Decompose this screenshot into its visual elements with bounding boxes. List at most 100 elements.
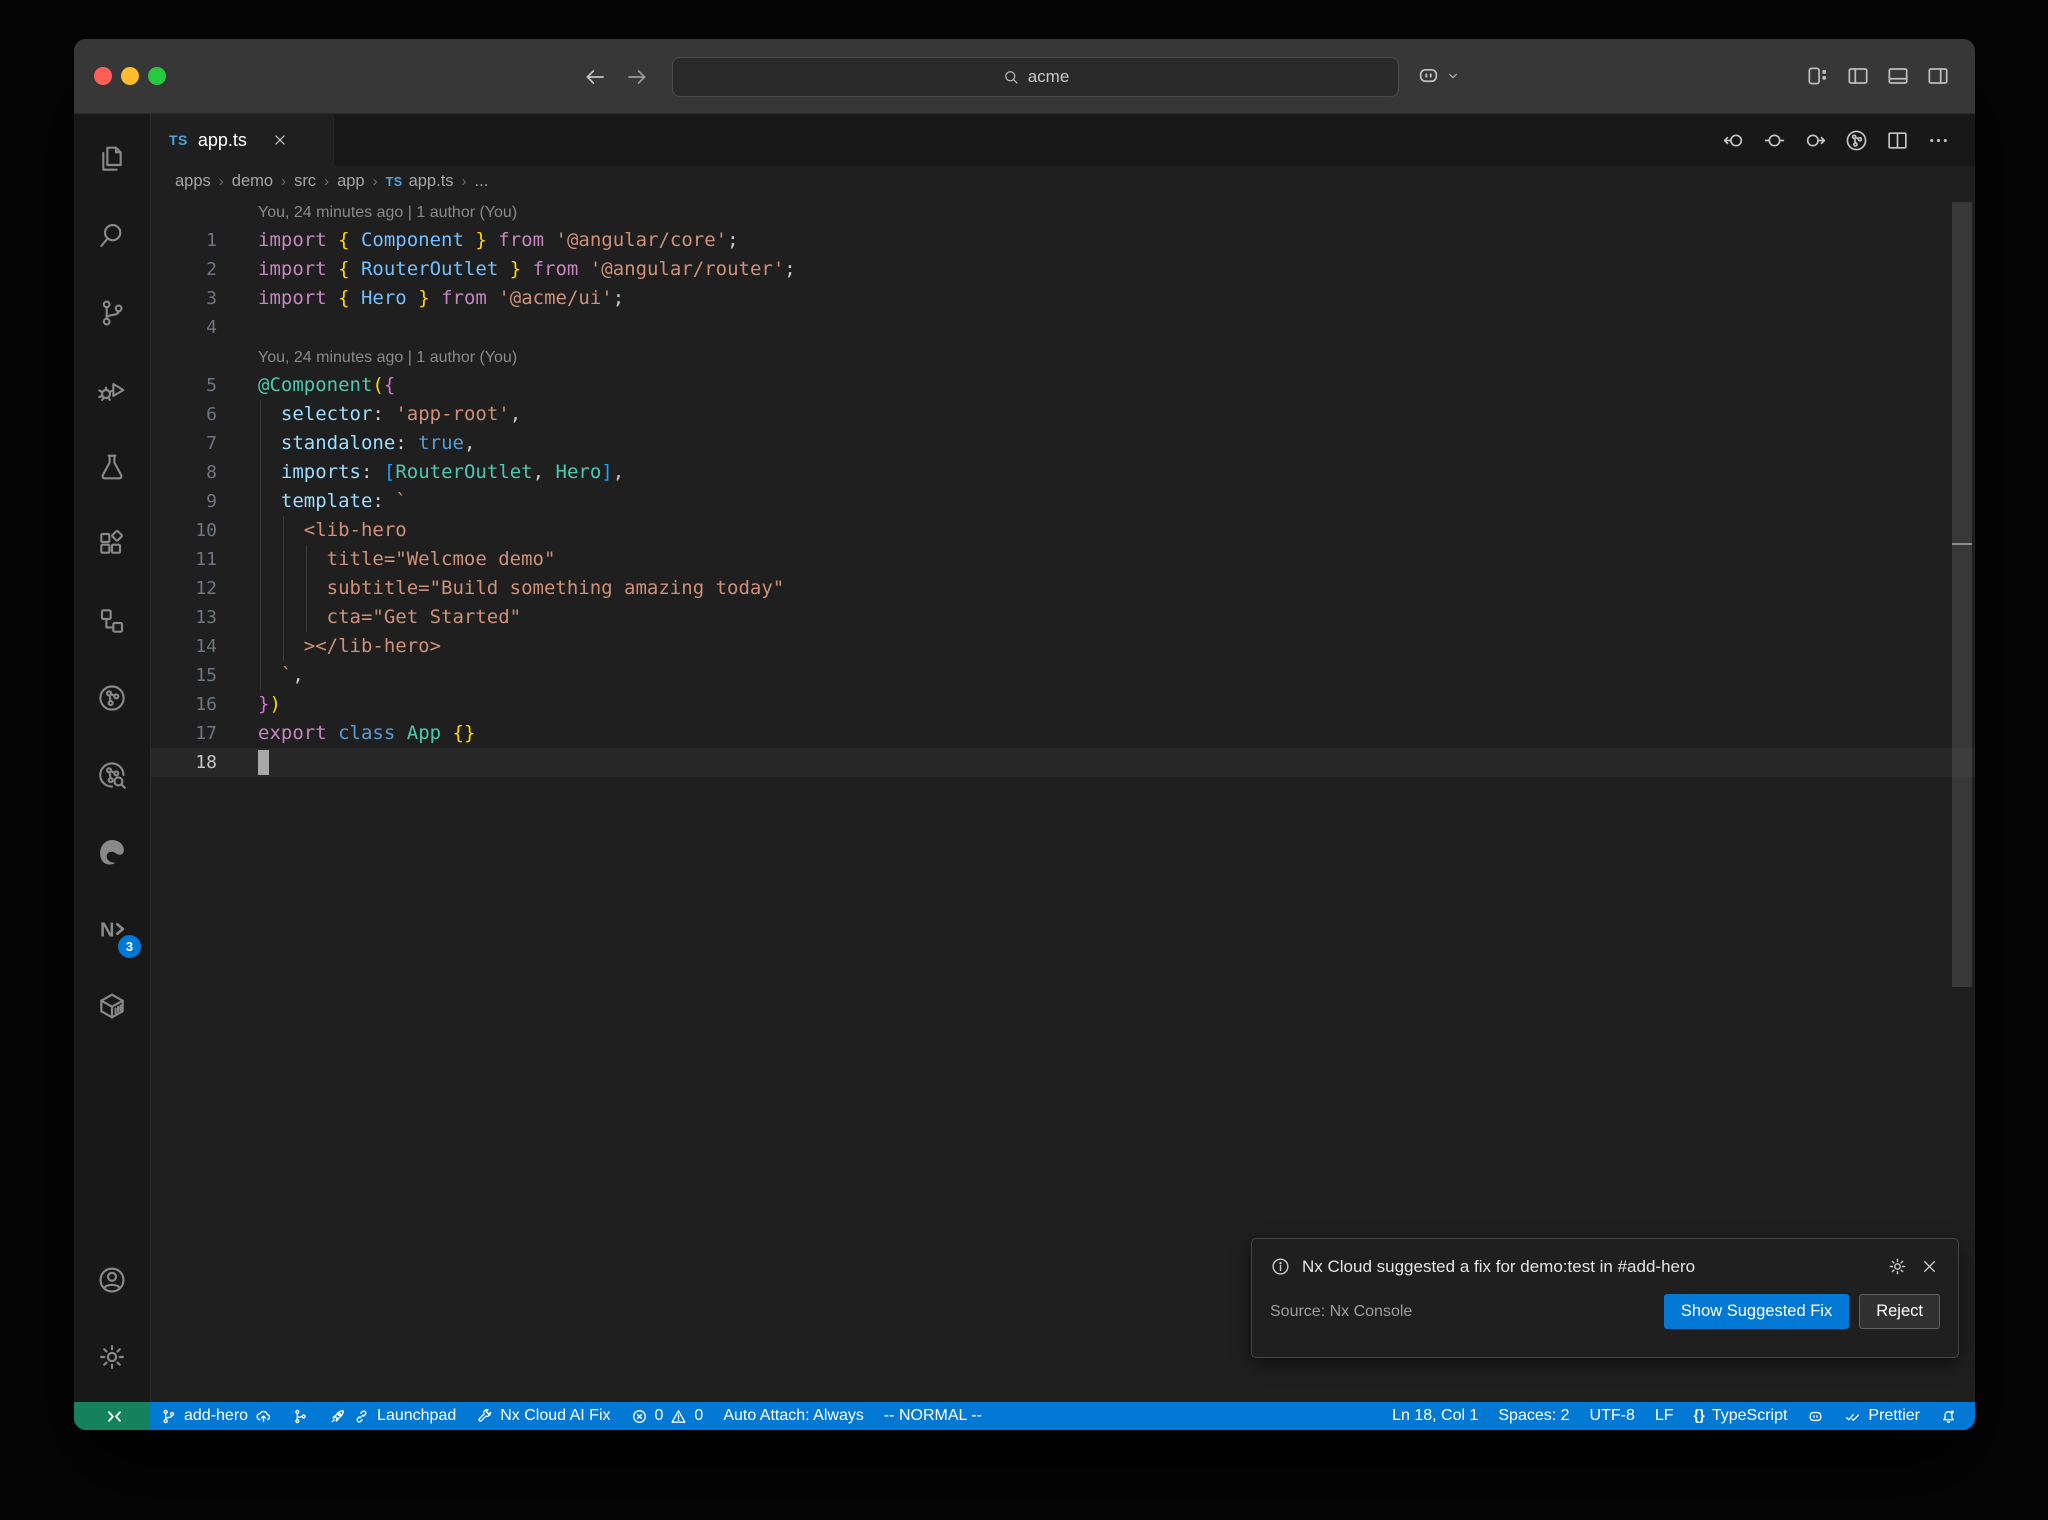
- layout-customize-icon[interactable]: [1805, 63, 1831, 89]
- line-number: 13: [195, 607, 217, 628]
- history-back-icon[interactable]: [582, 64, 608, 90]
- show-suggested-fix-button[interactable]: Show Suggested Fix: [1663, 1294, 1850, 1329]
- layout-panel-icon[interactable]: [1885, 63, 1911, 89]
- command-center-search[interactable]: acme: [672, 57, 1399, 97]
- graph-circle-icon[interactable]: [1844, 128, 1869, 153]
- nav-back-circle-icon[interactable]: [1721, 128, 1746, 153]
- scrollbar-thumb[interactable]: [1952, 202, 1972, 987]
- window-zoom-button[interactable]: [148, 67, 166, 85]
- indent-guide: [260, 574, 261, 603]
- line-number: 16: [195, 694, 217, 715]
- code-line: title="Welcmoe demo": [326, 548, 556, 570]
- typescript-file-icon: TS: [385, 174, 403, 189]
- indent-guide: [260, 632, 261, 661]
- code-row: 2 import { RouterOutlet } from '@angular/…: [151, 255, 1975, 284]
- activity-item-run-debug[interactable]: [80, 358, 144, 422]
- activity-item-package[interactable]: [80, 974, 144, 1038]
- breadcrumb-item[interactable]: app: [337, 172, 365, 191]
- code-row: 13 cta="Get Started": [151, 603, 1975, 632]
- line-number: 1: [206, 230, 217, 251]
- activity-item-graph-search[interactable]: [80, 743, 144, 807]
- status-item[interactable]: Launchpad: [319, 1402, 466, 1430]
- status-item[interactable]: Prettier: [1834, 1402, 1930, 1430]
- notification-toast: Nx Cloud suggested a fix for demo:test i…: [1251, 1238, 1959, 1358]
- activity-item-settings[interactable]: [80, 1325, 144, 1389]
- split-editor-icon[interactable]: [1885, 128, 1910, 153]
- code-line: export class App {}: [258, 722, 476, 744]
- code-line: template: `: [280, 490, 407, 512]
- line-number: 15: [195, 665, 217, 686]
- breadcrumb-item[interactable]: apps: [175, 172, 211, 191]
- activity-item-search[interactable]: [80, 204, 144, 268]
- indent-guide: [282, 545, 284, 574]
- indent-guide: [305, 603, 307, 632]
- window-minimize-button[interactable]: [121, 67, 139, 85]
- settings-icon: [96, 1341, 128, 1373]
- code-editor[interactable]: You, 24 minutes ago | 1 author (You) 1 imp…: [151, 197, 1975, 1402]
- nav-forward-circle-icon[interactable]: [1803, 128, 1828, 153]
- search-icon: [1002, 68, 1020, 86]
- notification-settings-icon[interactable]: [1887, 1256, 1908, 1277]
- tab-bar: TS app.ts: [151, 114, 1975, 166]
- tab-app-ts[interactable]: TS app.ts: [151, 114, 334, 166]
- line-number: 12: [195, 578, 217, 599]
- window-close-button[interactable]: [94, 67, 112, 85]
- status-item[interactable]: Spaces: 2: [1488, 1402, 1579, 1430]
- status-item[interactable]: {} TypeScript: [1684, 1402, 1798, 1430]
- copilot-menu[interactable]: [1416, 63, 1461, 88]
- indent-guide: [260, 400, 261, 429]
- code-row: 10 <lib-hero: [151, 516, 1975, 545]
- remote-icon: [103, 1407, 122, 1426]
- status-item[interactable]: LF: [1645, 1402, 1684, 1430]
- remote-indicator[interactable]: [74, 1402, 150, 1430]
- status-item[interactable]: -- NORMAL --: [874, 1402, 992, 1430]
- history-forward-icon[interactable]: [624, 64, 650, 90]
- activity-item-hierarchy[interactable]: [80, 589, 144, 653]
- line-number: [151, 197, 231, 226]
- layout-sidebar-right-icon[interactable]: [1925, 63, 1951, 89]
- activity-item-explorer[interactable]: [80, 127, 144, 191]
- layout-sidebar-icon[interactable]: [1845, 63, 1871, 89]
- tab-label: app.ts: [197, 129, 247, 150]
- rocket-icon: [329, 1408, 346, 1425]
- activity-item-account[interactable]: [80, 1248, 144, 1312]
- activity-item-source-control[interactable]: [80, 281, 144, 345]
- explorer-icon: [96, 143, 128, 175]
- nav-dash-circle-icon[interactable]: [1762, 128, 1787, 153]
- activity-item-project-graph[interactable]: [80, 666, 144, 730]
- more-actions-icon[interactable]: [1926, 128, 1951, 153]
- code-row: 9 template: `: [151, 487, 1975, 516]
- breadcrumb-item[interactable]: TS app.ts: [386, 172, 454, 191]
- status-item[interactable]: add-hero: [150, 1402, 282, 1430]
- code-row: 4: [151, 313, 1975, 342]
- breadcrumb-item[interactable]: ...: [475, 172, 489, 191]
- line-number: 10: [195, 520, 217, 541]
- source-control-icon: [96, 297, 128, 329]
- status-item[interactable]: [1930, 1402, 1967, 1430]
- activity-item-nx-console[interactable]: 3: [80, 897, 144, 961]
- code-row: 1 import { Component } from '@angular/cor…: [151, 226, 1975, 255]
- status-item[interactable]: Ln 18, Col 1: [1382, 1402, 1488, 1430]
- layout-actions: [1805, 63, 1951, 89]
- tab-close-icon[interactable]: [271, 131, 289, 149]
- indent-guide: [282, 603, 284, 632]
- status-item[interactable]: [1797, 1402, 1834, 1430]
- breadcrumb-item[interactable]: src: [294, 172, 316, 191]
- activity-item-extensions[interactable]: [80, 512, 144, 576]
- breadcrumb-item[interactable]: demo: [232, 172, 273, 191]
- notification-close-icon[interactable]: [1919, 1256, 1940, 1277]
- reject-button[interactable]: Reject: [1859, 1294, 1940, 1329]
- status-item[interactable]: UTF-8: [1580, 1402, 1645, 1430]
- graph-search-icon: [96, 759, 128, 791]
- account-icon: [96, 1264, 128, 1296]
- code-row: 6 selector: 'app-root',: [151, 400, 1975, 429]
- status-item[interactable]: Auto Attach: Always: [713, 1402, 874, 1430]
- activity-item-edge-browser[interactable]: [80, 820, 144, 884]
- extensions-icon: [96, 528, 128, 560]
- status-item[interactable]: Nx Cloud AI Fix: [466, 1402, 620, 1430]
- status-item[interactable]: [282, 1402, 319, 1430]
- activity-item-testing[interactable]: [80, 435, 144, 499]
- info-icon: [1270, 1256, 1291, 1277]
- status-item[interactable]: 00: [621, 1402, 714, 1430]
- line-number: 8: [206, 462, 217, 483]
